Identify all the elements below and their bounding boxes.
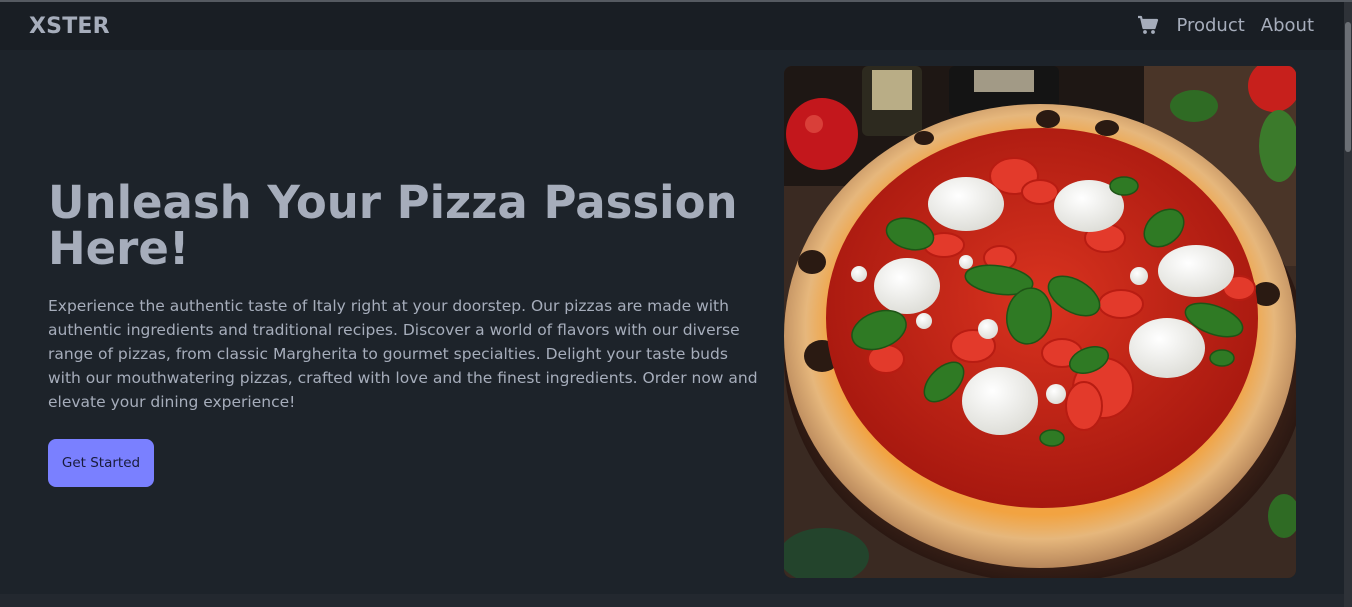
brand-logo[interactable]: XSTER	[29, 14, 110, 39]
hero-description: Experience the authentic taste of Italy …	[48, 297, 758, 411]
nav-link-about[interactable]: About	[1261, 15, 1314, 36]
page-bottom-bar	[0, 594, 1344, 607]
pizza-image	[784, 66, 1296, 578]
navbar: XSTER Product About	[0, 2, 1344, 50]
scrollbar-thumb[interactable]	[1345, 22, 1351, 152]
hero-headline: Unleash Your Pizza Passion Here!	[48, 176, 738, 275]
nav-menu: Product About	[1137, 14, 1314, 36]
scrollbar[interactable]	[1344, 2, 1352, 607]
page: XSTER Product About Unleash Your Pizza P…	[0, 0, 1352, 607]
shopping-cart-icon[interactable]	[1137, 14, 1159, 36]
nav-link-product[interactable]: Product	[1176, 15, 1244, 36]
hero-section: Unleash Your Pizza Passion Here! Experie…	[0, 50, 1344, 594]
hero-text: Unleash Your Pizza Passion Here! Experie…	[48, 180, 758, 487]
get-started-button[interactable]: Get Started	[48, 439, 154, 487]
